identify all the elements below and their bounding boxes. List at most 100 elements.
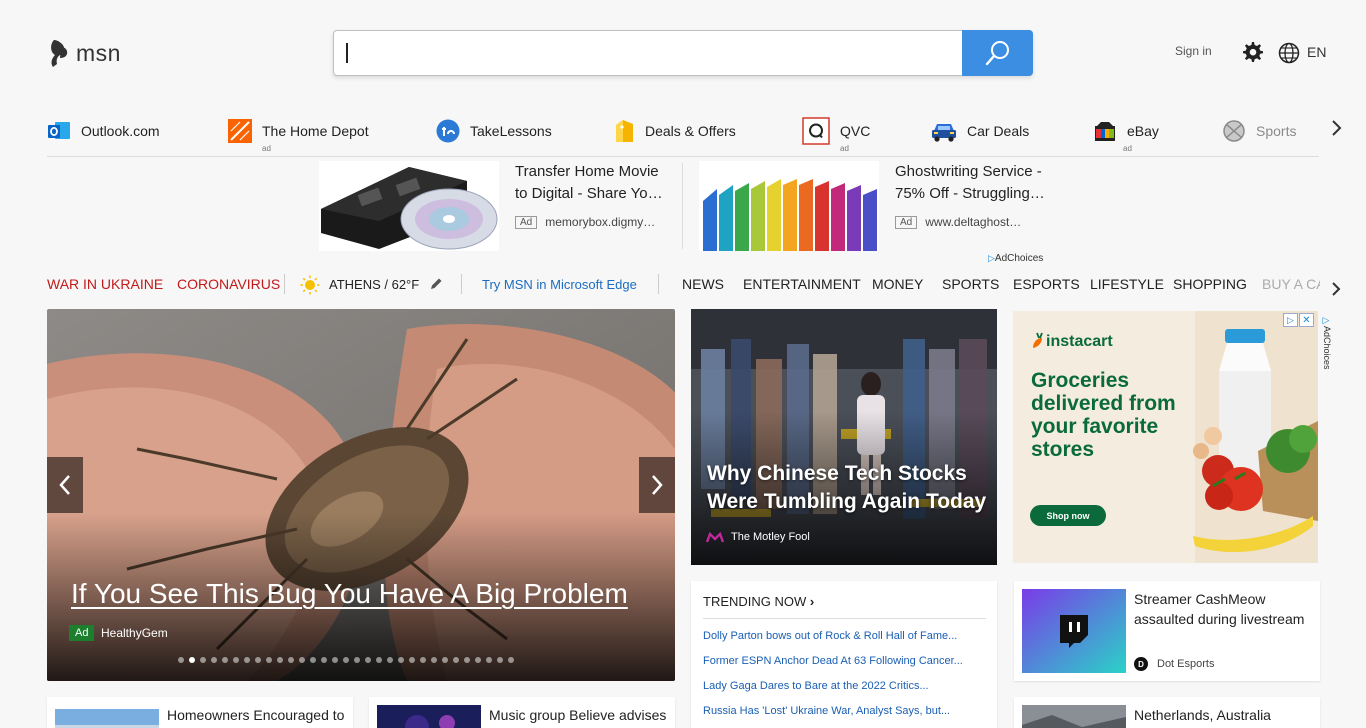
divider <box>682 163 683 249</box>
news-card-headline[interactable]: Music group Believe advises <box>489 705 666 725</box>
carousel-dot[interactable] <box>200 657 206 663</box>
news-card-headline[interactable]: Why Chinese Tech Stocks Were Tumbling Ag… <box>707 460 997 516</box>
hero-next-button[interactable] <box>639 457 675 513</box>
language-selector[interactable]: EN <box>1307 44 1326 60</box>
news-card-headline[interactable]: Streamer CashMeow assaulted during lives… <box>1134 589 1314 629</box>
carousel-dot[interactable] <box>497 657 503 663</box>
ad-info-icon[interactable]: ▷ <box>1283 313 1298 327</box>
carousel-dot[interactable] <box>288 657 294 663</box>
quick-link-ebay[interactable]: eBay ad <box>1093 116 1159 153</box>
sign-in-link[interactable]: Sign in <box>1175 44 1212 58</box>
carousel-dot[interactable] <box>508 657 514 663</box>
quick-link-qvc[interactable]: QVC ad <box>802 116 870 153</box>
carousel-dot[interactable] <box>464 657 470 663</box>
news-card-headline[interactable]: Homeowners Encouraged to <box>167 705 344 725</box>
concert-thumbnail <box>377 705 481 728</box>
nav-news[interactable]: NEWS <box>682 276 724 292</box>
ad-close-icon[interactable]: ✕ <box>1299 313 1314 327</box>
ad-source: www.deltaghost… <box>925 215 1022 229</box>
trending-item[interactable]: Former ESPN Anchor Dead At 63 Following … <box>703 655 979 667</box>
carousel-dot[interactable] <box>387 657 393 663</box>
hero-headline[interactable]: If You See This Bug You Have A Big Probl… <box>71 578 628 610</box>
chevron-left-icon <box>59 475 70 495</box>
carousel-dot[interactable] <box>211 657 217 663</box>
trending-item[interactable]: Russia Has 'Lost' Ukraine War, Analyst S… <box>703 705 979 717</box>
quick-links-next-chevron-icon[interactable] <box>1327 117 1345 139</box>
qvc-icon <box>802 117 830 145</box>
edit-pencil-icon[interactable] <box>429 277 443 291</box>
gear-icon[interactable] <box>1240 40 1264 64</box>
carousel-dot[interactable] <box>442 657 448 663</box>
top-ad-title[interactable]: Transfer Home Movie to Digital - Share Y… <box>515 161 665 205</box>
quick-link-outlook[interactable]: Outlook.com <box>47 116 160 146</box>
carousel-dot[interactable] <box>321 657 327 663</box>
carousel-dot[interactable] <box>299 657 305 663</box>
hero-prev-button[interactable] <box>47 457 83 513</box>
carousel-dot[interactable] <box>453 657 459 663</box>
carousel-dot[interactable] <box>365 657 371 663</box>
nav-coronavirus[interactable]: CORONAVIRUS <box>177 276 280 292</box>
carousel-dot[interactable] <box>343 657 349 663</box>
nav-money[interactable]: MONEY <box>872 276 923 292</box>
carousel-dot[interactable] <box>332 657 338 663</box>
carousel-dot[interactable] <box>233 657 239 663</box>
trending-header[interactable]: TRENDING NOW › <box>703 594 814 609</box>
nav-esports[interactable]: ESPORTS <box>1013 276 1080 292</box>
ebay-icon <box>1095 122 1115 141</box>
carousel-dot[interactable] <box>266 657 272 663</box>
news-card-netherlands[interactable]: Netherlands, Australia <box>1014 697 1320 728</box>
adchoices-link[interactable]: ▷AdChoices <box>988 253 1043 264</box>
carousel-dot[interactable] <box>277 657 283 663</box>
search-box[interactable] <box>333 30 1033 76</box>
carousel-dot[interactable] <box>409 657 415 663</box>
nav-shopping[interactable]: SHOPPING <box>1173 276 1247 292</box>
outlook-icon <box>48 122 70 139</box>
nav-buy-a-car[interactable]: BUY A CA <box>1262 276 1320 292</box>
trending-item[interactable]: Lady Gaga Dares to Bare at the 2022 Crit… <box>703 680 979 692</box>
carousel-dot[interactable] <box>222 657 228 663</box>
carousel-dot[interactable] <box>376 657 382 663</box>
shop-now-button[interactable]: Shop now <box>1030 505 1106 526</box>
quick-link-takelessons[interactable]: TakeLessons <box>436 116 552 146</box>
news-card-chinese-tech[interactable] <box>691 309 997 565</box>
carousel-dot[interactable] <box>178 657 184 663</box>
carousel-dot[interactable] <box>354 657 360 663</box>
search-button[interactable] <box>962 30 1033 76</box>
ad-badge: Ad <box>895 215 918 229</box>
nav-war-in-ukraine[interactable]: WAR IN UKRAINE <box>47 276 163 292</box>
nav-entertainment[interactable]: ENTERTAINMENT <box>743 276 861 292</box>
top-ad-ghostwriting[interactable]: Ghostwriting Service - 75% Off - Struggl… <box>699 161 1045 251</box>
news-card-cashmeow[interactable]: Streamer CashMeow assaulted during lives… <box>1014 581 1320 681</box>
search-input[interactable] <box>344 37 954 69</box>
nav-sports[interactable]: SPORTS <box>942 276 999 292</box>
top-ad-title[interactable]: Ghostwriting Service - 75% Off - Struggl… <box>895 161 1045 205</box>
carousel-dot[interactable] <box>431 657 437 663</box>
news-card-homeowners[interactable]: Homeowners Encouraged to <box>47 697 353 728</box>
carousel-dot[interactable] <box>420 657 426 663</box>
nav-divider <box>284 274 285 294</box>
vhs-dvd-ad-image <box>319 161 499 251</box>
carousel-dot[interactable] <box>310 657 316 663</box>
carousel-dot[interactable] <box>475 657 481 663</box>
try-msn-edge-link[interactable]: Try MSN in Microsoft Edge <box>482 277 637 292</box>
top-ad-movie-transfer[interactable]: Transfer Home Movie to Digital - Share Y… <box>319 161 665 251</box>
carousel-dot[interactable] <box>255 657 261 663</box>
news-card-music-group[interactable]: Music group Believe advises <box>369 697 675 728</box>
quick-link-sports[interactable]: Sports <box>1222 116 1296 146</box>
nav-next-chevron-icon[interactable] <box>1329 280 1343 298</box>
ad-choices-vertical[interactable]: ▷AdChoices <box>1322 316 1332 370</box>
quick-link-home-depot[interactable]: The Home Depot ad <box>228 116 369 153</box>
quick-link-car-deals[interactable]: Car Deals <box>931 116 1029 146</box>
trending-item[interactable]: Dolly Parton bows out of Rock & Roll Hal… <box>703 630 979 642</box>
nav-lifestyle[interactable]: LIFESTYLE <box>1090 276 1164 292</box>
carousel-dot[interactable] <box>486 657 492 663</box>
carousel-dot[interactable] <box>244 657 250 663</box>
news-card-headline[interactable]: Netherlands, Australia <box>1134 705 1271 725</box>
carousel-dot[interactable] <box>189 657 195 663</box>
msn-logo[interactable]: msn <box>48 38 121 68</box>
quick-link-deals-offers[interactable]: Deals & Offers <box>611 116 736 146</box>
globe-icon[interactable] <box>1278 42 1300 64</box>
chevron-right-icon <box>652 475 663 495</box>
weather-location[interactable]: ATHENS / 62°F <box>329 277 419 292</box>
carousel-dot[interactable] <box>398 657 404 663</box>
